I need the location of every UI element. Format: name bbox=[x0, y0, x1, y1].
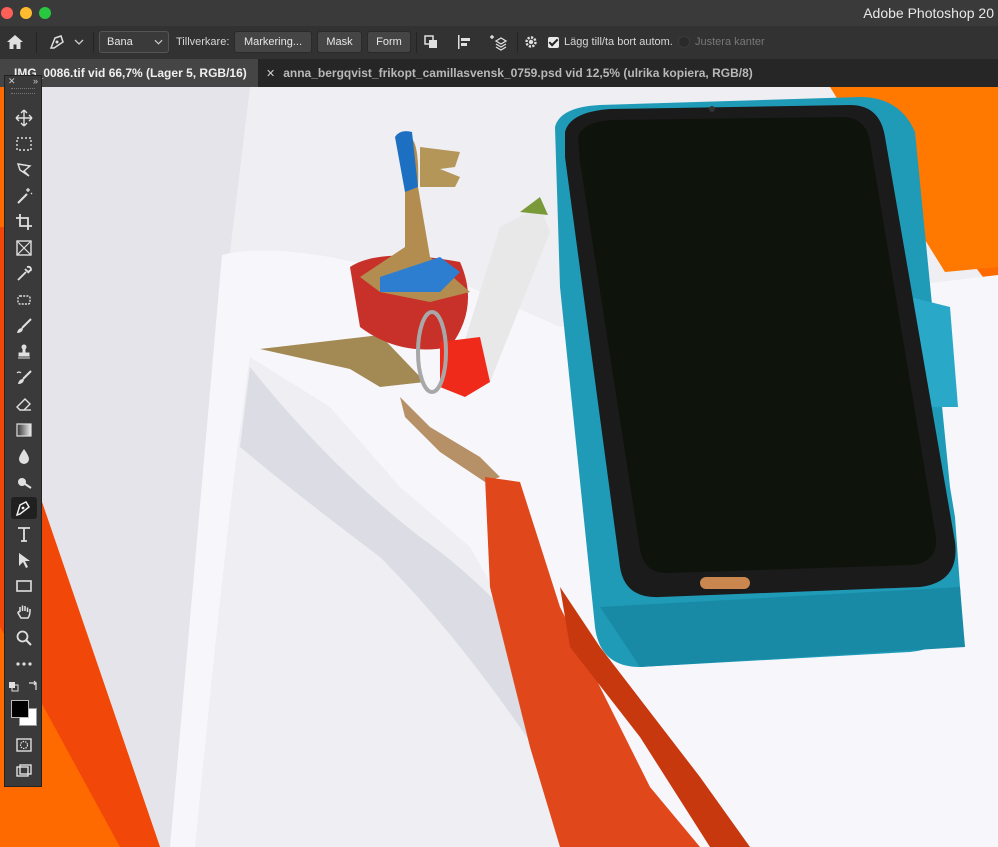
pen-tool[interactable] bbox=[11, 497, 37, 519]
path-alignment-button[interactable] bbox=[456, 31, 476, 53]
default-colors-icon bbox=[9, 682, 19, 692]
rectangle-icon bbox=[16, 580, 32, 592]
mode-select[interactable]: Bana bbox=[99, 31, 169, 53]
chevron-down-icon bbox=[74, 39, 84, 45]
patch-tool[interactable] bbox=[11, 289, 37, 311]
default-colors-button[interactable] bbox=[9, 681, 19, 692]
path-operations-icon bbox=[424, 35, 437, 48]
zoom-icon bbox=[16, 630, 32, 646]
foreground-color-swatch[interactable] bbox=[11, 700, 29, 718]
shape-button[interactable]: Form bbox=[367, 31, 411, 53]
photo-image bbox=[0, 87, 998, 847]
eyedropper-icon bbox=[17, 265, 32, 281]
align-edges-label: Justera kanter bbox=[695, 36, 765, 48]
marquee-icon bbox=[16, 137, 32, 151]
zoom-tool[interactable] bbox=[11, 627, 37, 649]
tools-panel: ✕ » bbox=[4, 75, 42, 787]
brush-icon bbox=[17, 318, 32, 333]
tools-panel-header: ✕ » bbox=[5, 76, 41, 86]
more-dots-icon bbox=[16, 662, 32, 666]
frame-icon bbox=[16, 240, 32, 256]
swap-colors-button[interactable] bbox=[27, 680, 39, 692]
hand-icon bbox=[17, 605, 31, 619]
title-bar: Adobe Photoshop 20 bbox=[0, 0, 998, 26]
stamp-tool[interactable] bbox=[11, 341, 37, 363]
align-edges-checkbox[interactable]: Justera kanter bbox=[678, 31, 765, 53]
gradient-tool[interactable] bbox=[11, 419, 37, 441]
magic-wand-tool[interactable] bbox=[11, 185, 37, 207]
lasso-tool[interactable] bbox=[11, 159, 37, 181]
gradient-icon bbox=[16, 423, 32, 437]
swap-arrows-icon bbox=[29, 680, 37, 690]
close-panel-icon[interactable]: ✕ bbox=[8, 76, 16, 86]
tab-document-2[interactable]: ✕ anna_bergqvist_frikopt_camillasvensk_0… bbox=[258, 59, 760, 87]
auto-add-delete-label: Lägg till/ta bort autom. bbox=[564, 36, 673, 48]
frame-tool[interactable] bbox=[11, 237, 37, 259]
move-tool[interactable] bbox=[11, 107, 37, 129]
eraser-icon bbox=[16, 398, 31, 411]
hand-tool[interactable] bbox=[11, 601, 37, 623]
document-canvas[interactable] bbox=[0, 87, 998, 847]
path-arrangement-button[interactable] bbox=[488, 31, 510, 53]
screen-mode-icon bbox=[16, 764, 32, 777]
gear-icon bbox=[525, 36, 537, 48]
arrange-stack-icon bbox=[490, 35, 508, 51]
auto-add-delete-checkbox[interactable]: Lägg till/ta bort autom. bbox=[548, 31, 673, 53]
tool-preset-picker[interactable] bbox=[48, 31, 88, 53]
home-icon bbox=[7, 35, 23, 49]
panel-grip[interactable] bbox=[11, 88, 35, 94]
checkbox-disabled-icon bbox=[678, 36, 690, 48]
pen-icon bbox=[15, 501, 30, 517]
marquee-tool[interactable] bbox=[11, 133, 37, 155]
type-tool[interactable] bbox=[11, 523, 37, 545]
path-operations-button[interactable] bbox=[423, 31, 443, 53]
lasso-icon bbox=[16, 163, 32, 177]
options-bar: Bana Tillverkare: Markering... Mask Form… bbox=[0, 26, 998, 60]
checkbox-checked-icon bbox=[548, 36, 559, 48]
cursor-arrow-icon bbox=[19, 553, 30, 568]
dodge-icon bbox=[18, 478, 32, 489]
blur-tool[interactable] bbox=[11, 445, 37, 467]
quick-mask-button[interactable] bbox=[11, 734, 37, 756]
tab-label: anna_bergqvist_frikopt_camillasvensk_075… bbox=[283, 66, 753, 80]
close-tab-icon[interactable]: ✕ bbox=[266, 67, 275, 80]
tab-label: IMG_0086.tif vid 66,7% (Lager 5, RGB/16) bbox=[14, 66, 247, 80]
home-button[interactable] bbox=[6, 31, 28, 53]
eyedropper-tool[interactable] bbox=[11, 263, 37, 285]
history-brush-tool[interactable] bbox=[11, 367, 37, 389]
path-selection-tool[interactable] bbox=[11, 549, 37, 571]
zoom-window-button[interactable] bbox=[39, 7, 51, 19]
quick-mask-icon bbox=[16, 738, 32, 752]
brush-tool[interactable] bbox=[11, 315, 37, 337]
patch-icon bbox=[17, 295, 31, 305]
crop-tool[interactable] bbox=[11, 211, 37, 233]
align-left-icon bbox=[458, 35, 470, 49]
mode-select-value: Bana bbox=[107, 36, 133, 48]
minimize-window-button[interactable] bbox=[20, 7, 32, 19]
type-icon bbox=[18, 527, 30, 542]
blur-drop-icon bbox=[19, 449, 29, 464]
dodge-tool[interactable] bbox=[11, 471, 37, 493]
more-tools-button[interactable] bbox=[11, 653, 37, 675]
screen-mode-button[interactable] bbox=[11, 760, 37, 782]
mask-button[interactable]: Mask bbox=[317, 31, 362, 53]
close-window-button[interactable] bbox=[1, 7, 13, 19]
chevron-down-icon bbox=[154, 39, 163, 45]
make-label: Tillverkare: bbox=[176, 36, 230, 48]
eraser-tool[interactable] bbox=[11, 393, 37, 415]
app-title: Adobe Photoshop 20 bbox=[863, 5, 994, 21]
document-tab-bar: IMG_0086.tif vid 66,7% (Lager 5, RGB/16)… bbox=[0, 59, 998, 87]
pen-icon bbox=[49, 35, 64, 49]
rectangle-tool[interactable] bbox=[11, 575, 37, 597]
history-brush-icon bbox=[16, 370, 32, 384]
crop-icon bbox=[16, 214, 32, 230]
move-icon bbox=[15, 109, 33, 127]
magic-wand-icon bbox=[17, 188, 33, 204]
collapse-panel-icon[interactable]: » bbox=[33, 76, 38, 86]
selection-button[interactable]: Markering... bbox=[234, 31, 312, 53]
stamp-icon bbox=[18, 344, 30, 359]
settings-button[interactable] bbox=[523, 31, 541, 53]
